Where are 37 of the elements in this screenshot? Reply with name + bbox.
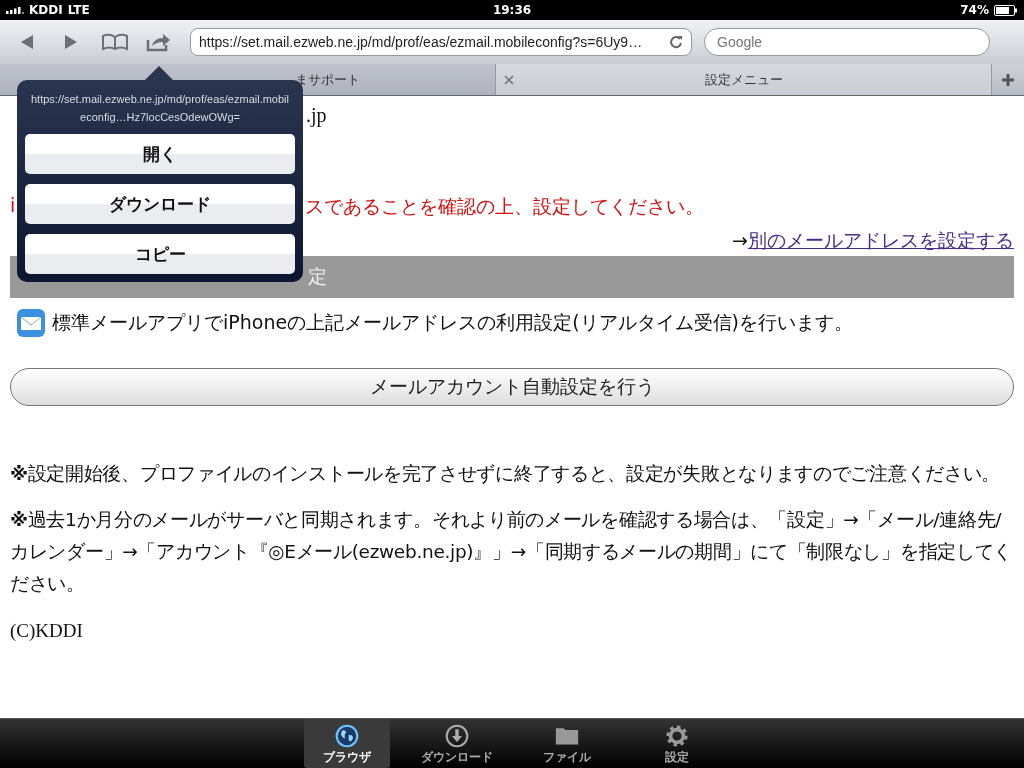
search-field[interactable]: Google xyxy=(704,28,990,56)
bottom-tab[interactable]: ダウンロード xyxy=(404,719,510,768)
other-address-link[interactable]: 別のメールアドレスを設定する xyxy=(748,229,1014,251)
network-type: LTE xyxy=(67,3,90,17)
arrow-text: → xyxy=(732,229,748,251)
signal-icon xyxy=(6,6,24,14)
book-icon xyxy=(101,33,129,51)
popover-action-button[interactable]: ダウンロード xyxy=(25,184,295,224)
battery-icon xyxy=(994,4,1018,16)
popover-action-button[interactable]: コピー xyxy=(25,234,295,274)
warning-text: スであることを確認の上、設定してください。 xyxy=(305,194,705,219)
bottom-tab[interactable]: 設定 xyxy=(624,719,730,768)
battery-percent: 74% xyxy=(960,3,989,17)
email-text: .jp xyxy=(306,104,327,129)
download-icon xyxy=(445,723,469,748)
plus-icon xyxy=(1001,72,1015,87)
bottom-tab[interactable]: ファイル xyxy=(514,719,620,768)
copyright-text: (C)KDDI xyxy=(10,620,84,642)
popover-arrow xyxy=(145,66,173,80)
warning-text: i xyxy=(10,194,16,218)
carrier-name: KDDI xyxy=(29,3,63,17)
auto-setup-button[interactable]: メールアカウント自動設定を行う xyxy=(10,368,1014,406)
close-icon[interactable] xyxy=(504,74,514,85)
reload-icon[interactable] xyxy=(669,35,683,49)
note-text: ※設定開始後、プロファイルのインストールを完了させずに終了すると、設定が失敗となりますのでご注意ください。 xyxy=(10,462,1002,486)
globe-icon xyxy=(335,723,359,748)
note-text: ※過去1か月分のメールがサーバと同期されます。それより前のメールを確認する場合は、「設定」→「メール/連絡先/カレンダー」→「アカウント『◎Eメール(ezweb.ne.jp)』」→「同期するメールの期間」にて「制限なし」を指定してください。 xyxy=(10,508,1014,596)
mail-icon xyxy=(16,308,46,338)
popover-url: https://set.mail.ezweb.ne.jp/md/prof/eas/ezmail.mobileconfig…Hz7locCesOdewOWg= xyxy=(30,92,290,125)
browser-tab[interactable]: 設定メニュー xyxy=(496,64,992,95)
share-icon xyxy=(146,32,172,52)
gear-icon xyxy=(665,723,689,748)
address-field[interactable]: https://set.mail.ezweb.ne.jp/md/prof/eas/ezmail.mobileconfig?s=6Uy9… xyxy=(190,28,692,56)
description-text: 標準メールアプリでiPhoneの上記メールアドレスの利用設定(リアルタイム受信)を行います。 xyxy=(52,310,853,335)
bottom-tab[interactable]: ブラウザ xyxy=(304,719,390,768)
popover-action-button[interactable]: 開く xyxy=(25,134,295,174)
clock: 19:36 xyxy=(492,3,532,17)
